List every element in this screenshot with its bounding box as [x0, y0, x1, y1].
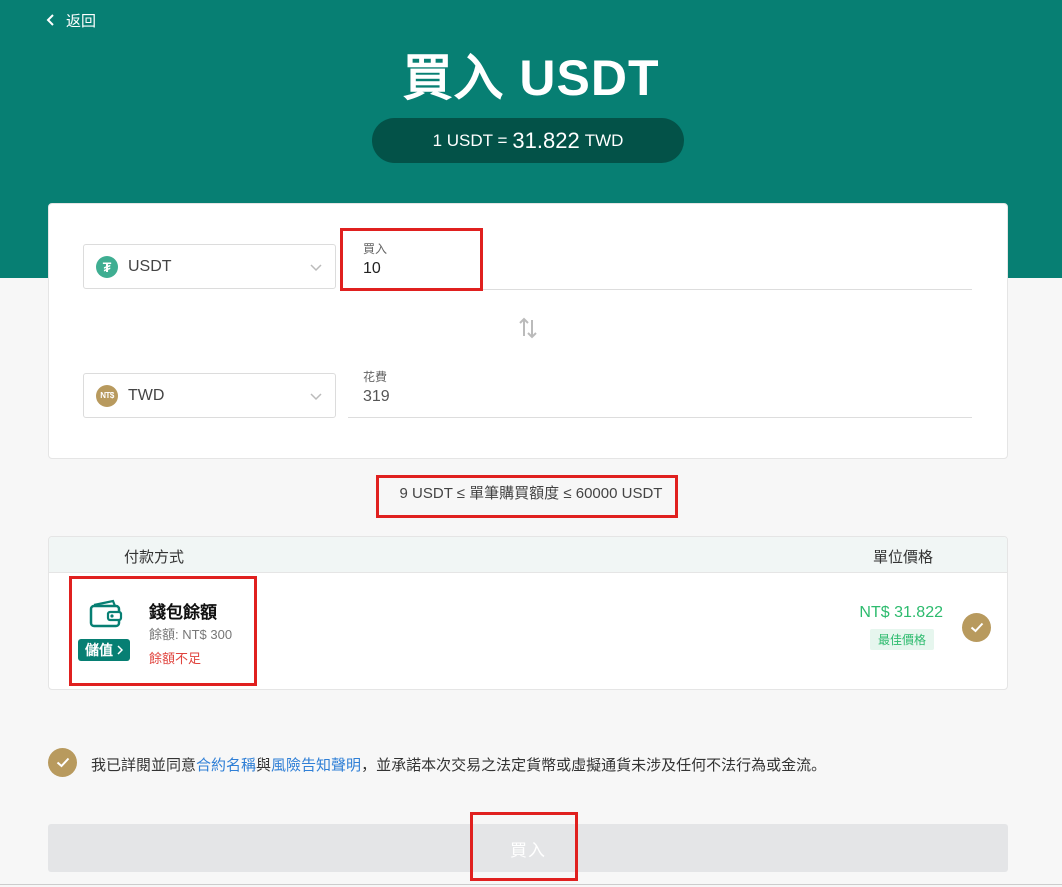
back-link[interactable]: 返回	[46, 10, 96, 30]
chevron-left-icon	[46, 14, 54, 26]
rate-prefix: 1 USDT =	[432, 130, 508, 150]
spend-amount-label: 花費	[363, 370, 388, 384]
insufficient-balance-warning: 餘額不足	[149, 651, 202, 666]
buy-currency-select[interactable]: ₮ USDT	[83, 244, 336, 289]
agreement-text: 我已詳閱並同意合約名稱與風險告知聲明，並承諾本次交易之法定貨幣或虛擬通貨未涉及任…	[91, 754, 826, 775]
agreement-checkbox[interactable]	[48, 748, 77, 777]
wallet-icon	[89, 599, 123, 628]
wallet-balance-amount: 餘額: NT$ 300	[149, 627, 233, 642]
buy-amount-field: 買入	[348, 230, 972, 290]
chevron-right-icon	[117, 645, 123, 655]
chevron-down-icon	[310, 264, 322, 272]
top-up-button[interactable]: 儲值	[78, 639, 130, 661]
top-up-label: 儲值	[85, 642, 113, 658]
trade-card: ₮ USDT 買入 NT$ TWD 花費	[48, 203, 1008, 459]
wallet-balance-method: 錢包餘額	[149, 603, 217, 622]
check-icon	[970, 622, 983, 633]
payment-method-column-header: 付款方式	[124, 549, 185, 566]
contract-name-link[interactable]: 合約名稱	[196, 757, 256, 774]
risk-disclosure-link[interactable]: 風險告知聲明	[271, 757, 361, 774]
buy-button[interactable]: 買入	[48, 824, 1008, 872]
payment-method-selected-check[interactable]	[962, 613, 991, 642]
agreement-post: ，並承諾本次交易之法定貨幣或虛擬通貨未涉及任何不法行為或金流。	[361, 757, 827, 774]
usdt-coin-icon: ₮	[96, 255, 118, 278]
rate-suffix: TWD	[584, 130, 624, 150]
unit-price-value: NT$ 31.822	[859, 604, 943, 621]
exchange-rate-pill: 1 USDT = 31.822 TWD	[372, 118, 684, 163]
back-label: 返回	[66, 12, 97, 30]
agreement-mid: 與	[256, 757, 272, 774]
spend-currency-select[interactable]: NT$ TWD	[83, 373, 336, 418]
bottom-divider	[0, 884, 1062, 885]
payment-table-header: 付款方式 單位價格	[49, 537, 1007, 573]
buy-amount-label: 買入	[363, 242, 388, 256]
chevron-down-icon	[310, 393, 322, 401]
swap-icon[interactable]	[517, 316, 539, 340]
spend-amount-input[interactable]	[363, 388, 663, 406]
spend-currency-label: TWD	[128, 386, 165, 404]
purchase-limit-text: 9 USDT ≤ 單筆購買額度 ≤ 60000 USDT	[399, 485, 663, 502]
twd-coin-icon: NT$	[96, 384, 118, 407]
buy-amount-input[interactable]	[363, 260, 663, 278]
check-icon	[56, 757, 69, 768]
spend-amount-field: 花費	[348, 358, 972, 418]
page-title: 買入 USDT	[402, 50, 660, 106]
buy-currency-label: USDT	[128, 257, 172, 275]
unit-price-column-header: 單位價格	[872, 549, 933, 566]
payment-method-table: 付款方式 單位價格 儲值 錢包餘額 餘額: NT$ 300 餘額不足 NT$ 3…	[48, 536, 1008, 690]
rate-value: 31.822	[512, 127, 580, 153]
best-price-badge: 最佳價格	[869, 629, 934, 650]
agreement-pre: 我已詳閱並同意	[91, 757, 197, 774]
